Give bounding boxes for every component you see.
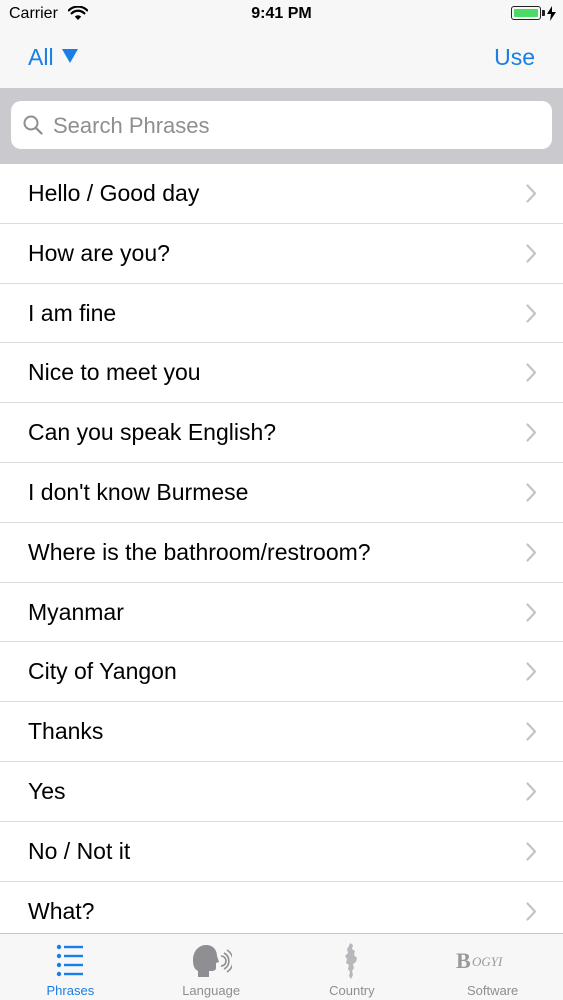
country-map-icon	[282, 942, 423, 980]
list-item[interactable]: City of Yangon	[0, 642, 563, 703]
list-item[interactable]: Myanmar	[0, 583, 563, 643]
phrase-label: Thanks	[28, 718, 104, 745]
filter-button[interactable]: All	[28, 44, 78, 71]
phrase-label: City of Yangon	[28, 658, 177, 685]
phrase-label: I don't know Burmese	[28, 478, 249, 505]
phrase-label: Yes	[28, 777, 66, 804]
chevron-right-icon	[526, 662, 537, 686]
triangle-down-icon	[61, 47, 78, 68]
bogyi-logo-icon: B OGYI	[422, 942, 563, 980]
chevron-right-icon	[526, 244, 537, 268]
list-item[interactable]: I am fine	[0, 284, 563, 344]
use-button[interactable]: Use	[494, 44, 535, 71]
list-item[interactable]: Yes	[0, 762, 563, 822]
search-input[interactable]	[51, 101, 545, 151]
speaking-head-icon	[141, 942, 282, 980]
chevron-right-icon	[526, 303, 537, 328]
tab-software[interactable]: B OGYI Software	[422, 934, 563, 1000]
svg-text:B: B	[456, 948, 471, 973]
list-item[interactable]: Thanks	[0, 702, 563, 762]
chevron-right-icon	[526, 363, 537, 387]
phrase-label: Myanmar	[28, 598, 124, 625]
status-bar: Carrier 9:41 PM	[0, 0, 563, 30]
tab-label: Software	[466, 983, 519, 998]
tab-language[interactable]: Language	[141, 934, 282, 1000]
battery-icon	[511, 6, 541, 20]
list-item[interactable]: Can you speak English?	[0, 403, 563, 463]
list-item[interactable]: Where is the bathroom/restroom?	[0, 523, 563, 583]
phrase-label: Hello / Good day	[28, 180, 200, 206]
battery-cap	[542, 10, 545, 16]
list-item[interactable]: I don't know Burmese	[0, 463, 563, 523]
list-item[interactable]: Nice to meet you	[0, 343, 563, 404]
list-item[interactable]: Hello / Good day	[0, 164, 563, 224]
chevron-right-icon	[526, 782, 537, 806]
tab-bar: Phrases Language Country B OGYI Software	[0, 933, 563, 1000]
status-time: 9:41 PM	[251, 5, 312, 22]
svg-text:OGYI: OGYI	[472, 954, 503, 969]
search-bar	[0, 88, 563, 164]
tab-label: Language	[182, 983, 241, 998]
phrase-label: How are you?	[28, 239, 170, 266]
phrase-label: No / Not it	[28, 837, 131, 864]
phrase-label: I am fine	[28, 299, 117, 326]
navigation-bar: All Use	[0, 30, 563, 88]
search-field[interactable]	[11, 101, 552, 151]
phrase-label: What?	[28, 897, 95, 924]
search-icon	[23, 115, 43, 140]
chevron-right-icon	[526, 901, 537, 926]
tab-phrases[interactable]: Phrases	[0, 934, 141, 1000]
tab-label: Phrases	[46, 983, 95, 998]
list-icon	[0, 942, 141, 980]
chevron-right-icon	[526, 722, 537, 746]
tab-country[interactable]: Country	[282, 934, 423, 1000]
filter-label: All	[28, 44, 54, 70]
chevron-right-icon	[526, 423, 537, 447]
phrase-label: Where is the bathroom/restroom?	[28, 538, 371, 565]
list-item[interactable]: No / Not it	[0, 822, 563, 882]
phrase-label: Can you speak English?	[28, 419, 277, 446]
tab-label: Country	[329, 983, 375, 998]
phrase-label: Nice to meet you	[28, 359, 201, 386]
chevron-right-icon	[526, 842, 537, 866]
charging-bolt-icon	[547, 6, 556, 26]
chevron-right-icon	[526, 602, 537, 627]
list-item[interactable]: How are you?	[0, 224, 563, 284]
phrase-list: Hello / Good day How are you? I am fine …	[0, 164, 563, 942]
chevron-right-icon	[526, 483, 537, 507]
chevron-right-icon	[526, 184, 537, 208]
chevron-right-icon	[526, 543, 537, 567]
